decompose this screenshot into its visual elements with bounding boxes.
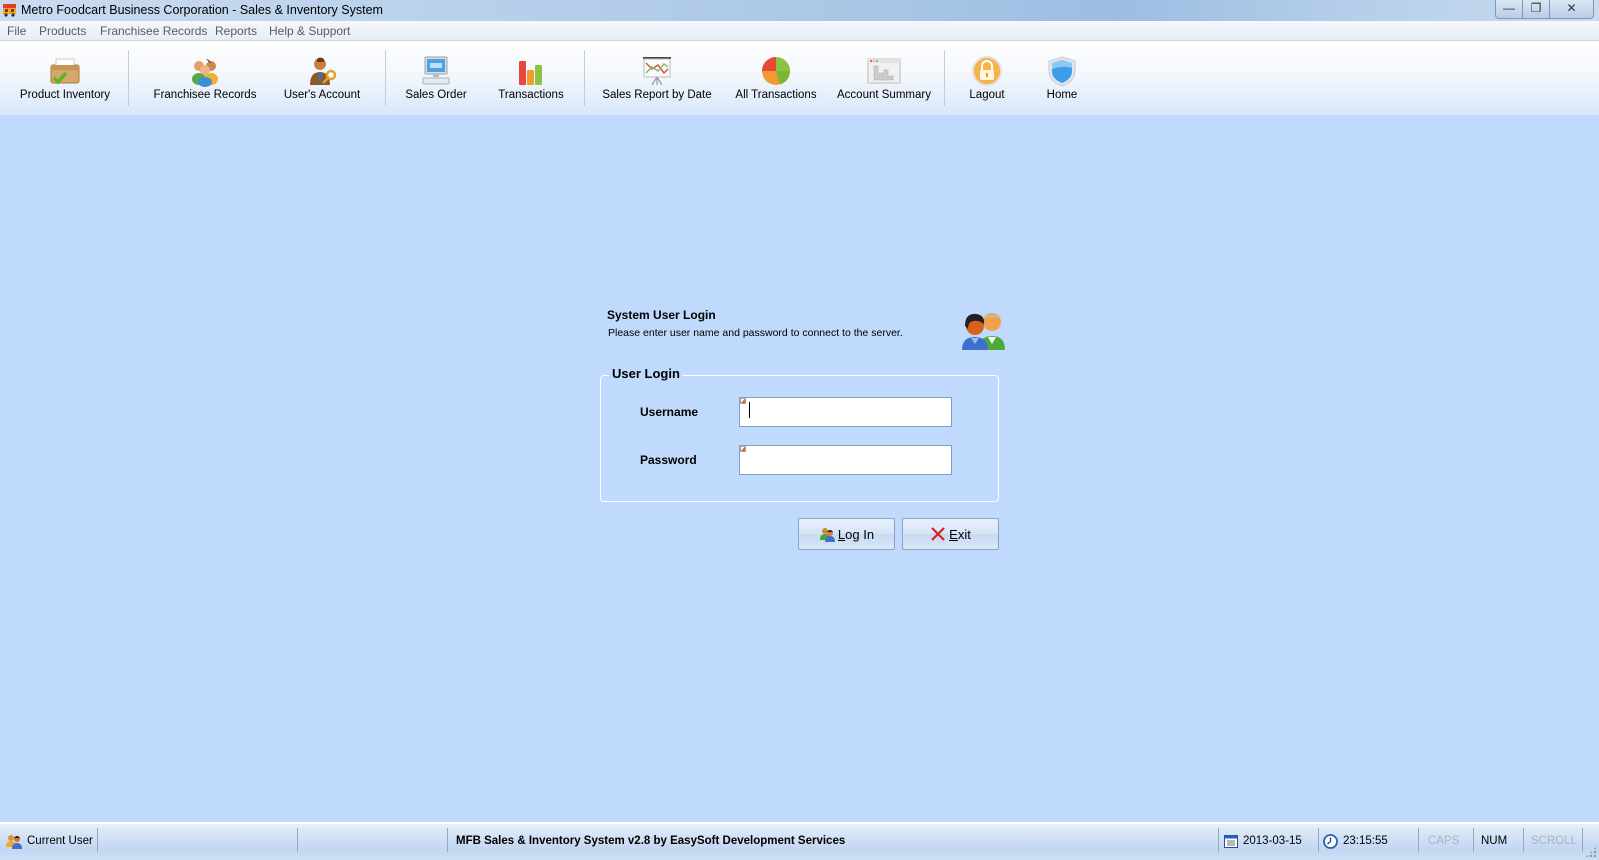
product-inventory-label: Product Inventory: [19, 89, 111, 101]
franchisee-records-label: Franchisee Records: [153, 89, 257, 101]
people-group-icon: [192, 59, 218, 87]
field-marker-icon: [740, 398, 746, 404]
status-separator: [1582, 828, 1583, 852]
status-separator: [1318, 828, 1319, 852]
foodcart-app-icon: [3, 4, 16, 17]
login-title: System User Login: [607, 308, 716, 322]
restore-button[interactable]: ❐: [1522, 0, 1550, 19]
status-separator: [1523, 828, 1524, 852]
users-icon: [962, 313, 1005, 350]
transactions-button[interactable]: Transactions: [490, 53, 572, 107]
password-label: Password: [640, 453, 697, 467]
user-login-groupbox: [600, 375, 999, 502]
sales-report-by-date-button[interactable]: Sales Report by Date: [600, 53, 714, 107]
exit-button[interactable]: Exit: [902, 518, 999, 550]
caps-indicator: CAPS: [1428, 835, 1460, 847]
status-separator: [1473, 828, 1474, 852]
toolbar-separator: [385, 50, 386, 106]
home-button[interactable]: Home: [1030, 53, 1094, 107]
users-account-label: User's Account: [283, 89, 361, 101]
status-separator: [1218, 828, 1219, 852]
exit-button-label: Exit: [949, 526, 971, 542]
user-login-legend: User Login: [609, 366, 683, 381]
menu-franchisee-records[interactable]: Franchisee Records: [100, 24, 207, 38]
bar-chart-icon: [519, 61, 542, 85]
line-chart-board-icon: [643, 57, 671, 86]
menu-reports[interactable]: Reports: [215, 24, 257, 38]
franchisee-records-button[interactable]: Franchisee Records: [152, 53, 258, 107]
login-button[interactable]: Log In: [798, 518, 895, 550]
clock-icon: [1323, 833, 1338, 849]
all-transactions-button[interactable]: All Transactions: [730, 53, 822, 107]
toolbar-separator: [128, 50, 129, 106]
sales-order-button[interactable]: Sales Order: [396, 53, 476, 107]
title-bar: Metro Foodcart Business Corporation - Sa…: [0, 0, 1599, 21]
toolbar-separator: [944, 50, 945, 106]
restore-icon: ❐: [1530, 1, 1542, 15]
all-transactions-label: All Transactions: [735, 89, 817, 101]
password-input[interactable]: [739, 445, 952, 475]
username-input[interactable]: [739, 397, 952, 427]
menu-file[interactable]: File: [7, 24, 26, 38]
close-icon: ✕: [1566, 1, 1577, 15]
status-separator: [447, 828, 448, 852]
status-separator: [1418, 828, 1419, 852]
scroll-indicator: SCROLL: [1531, 835, 1578, 847]
date-text: 2013-03-15: [1243, 835, 1302, 847]
calendar-icon: [1224, 834, 1238, 848]
shield-icon: [1048, 56, 1076, 87]
logout-label: Lagout: [969, 89, 1005, 101]
close-x-icon: [931, 527, 945, 541]
status-bar: Current User MFB Sales & Inventory Syste…: [0, 822, 1599, 860]
padlock-icon: [972, 56, 1002, 86]
status-separator: [97, 828, 98, 852]
time-text: 23:15:55: [1343, 835, 1388, 847]
menu-help-support[interactable]: Help & Support: [269, 24, 350, 38]
minimize-icon: —: [1503, 1, 1515, 15]
account-summary-button[interactable]: Account Summary: [834, 53, 934, 107]
account-summary-label: Account Summary: [837, 89, 931, 101]
computer-icon: [422, 56, 450, 85]
time-pane: 23:15:55: [1323, 830, 1388, 852]
login-button-label: Log In: [837, 526, 875, 542]
window-title: Metro Foodcart Business Corporation - Sa…: [21, 3, 383, 17]
current-user-pane: Current User: [6, 830, 96, 852]
toolbar-separator: [584, 50, 585, 106]
minimize-button[interactable]: —: [1495, 0, 1523, 19]
app-info-pane: MFB Sales & Inventory System v2.8 by Eas…: [456, 835, 846, 847]
menu-products[interactable]: Products: [39, 24, 86, 38]
sales-report-by-date-label: Sales Report by Date: [602, 89, 712, 101]
pie-chart-icon: [762, 57, 791, 85]
date-pane: 2013-03-15: [1224, 830, 1302, 852]
logout-button[interactable]: Lagout: [955, 53, 1019, 107]
inventory-box-icon: [50, 58, 80, 85]
transactions-label: Transactions: [498, 89, 564, 101]
text-caret: [749, 402, 750, 418]
product-inventory-button[interactable]: Product Inventory: [14, 53, 116, 107]
close-button[interactable]: ✕: [1549, 0, 1594, 19]
login-description: Please enter user name and password to c…: [608, 327, 903, 339]
menu-bar: File Products Franchisee Records Reports…: [0, 21, 1599, 41]
current-user-icon: [6, 835, 22, 849]
report-window-icon: [867, 58, 901, 84]
users-account-button[interactable]: User's Account: [276, 53, 368, 107]
sales-order-label: Sales Order: [405, 89, 467, 101]
user-key-icon: [310, 57, 337, 85]
field-marker-icon: [740, 446, 746, 452]
home-label: Home: [1046, 89, 1078, 101]
num-indicator: NUM: [1481, 835, 1508, 847]
current-user-text: Current User: [27, 835, 93, 847]
username-label: Username: [640, 405, 699, 419]
resize-grip[interactable]: [1585, 846, 1597, 858]
status-separator: [297, 828, 298, 852]
toolbar: Product Inventory Franchisee Records Use…: [0, 41, 1599, 115]
users-login-icon: [819, 528, 835, 542]
